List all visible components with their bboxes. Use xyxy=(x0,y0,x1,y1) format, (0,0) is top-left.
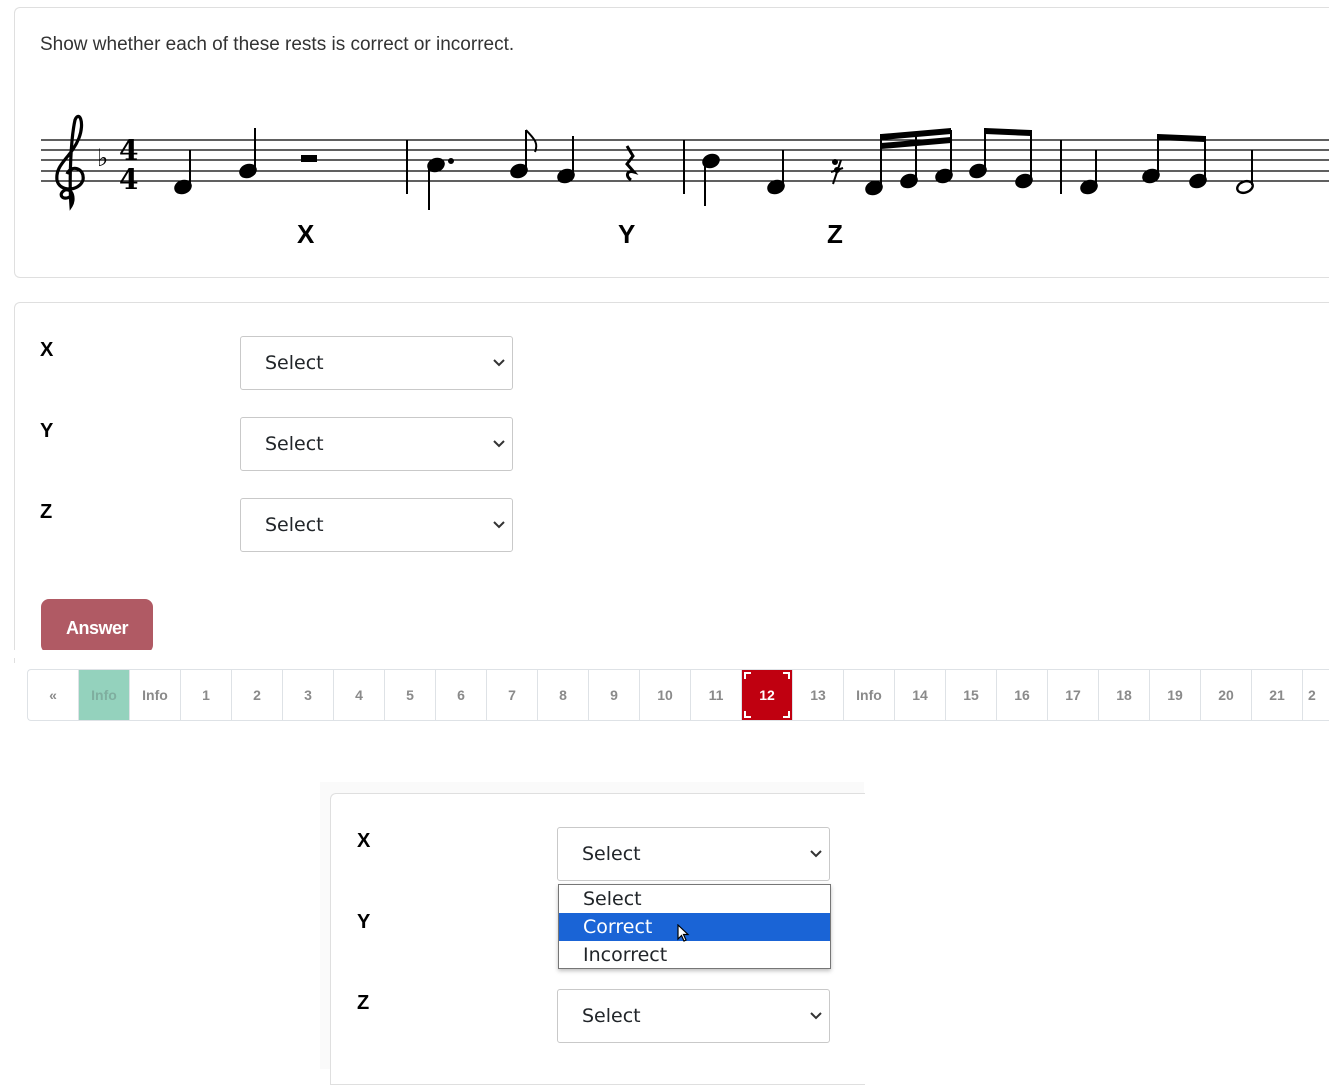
page-prev[interactable]: « xyxy=(28,670,79,720)
option-select[interactable]: Select xyxy=(559,885,830,913)
page-18[interactable]: 18 xyxy=(1099,670,1150,720)
page-12-current[interactable]: 12 xyxy=(742,670,793,720)
page-10[interactable]: 10 xyxy=(640,670,691,720)
rest-y-mark xyxy=(625,145,639,182)
page-12-label: 12 xyxy=(759,687,775,703)
chevron-down-icon xyxy=(810,850,822,858)
zoom-select-x-value: Select xyxy=(582,843,641,865)
option-incorrect[interactable]: Incorrect xyxy=(559,941,830,969)
chevron-down-icon xyxy=(493,440,505,448)
select-z[interactable]: Select xyxy=(240,498,513,552)
select-x-value: Select xyxy=(265,352,324,374)
zoom-row-label-z: Z xyxy=(357,992,370,1014)
page-20[interactable]: 20 xyxy=(1201,670,1252,720)
rest-x-mark xyxy=(301,155,317,162)
page-info[interactable]: Info xyxy=(130,670,181,720)
zoom-select-z-value: Select xyxy=(582,1005,641,1027)
answer-button[interactable]: Answer xyxy=(41,599,153,653)
mouse-cursor-icon xyxy=(677,924,690,942)
page-19[interactable]: 19 xyxy=(1150,670,1201,720)
page-info[interactable]: Info xyxy=(79,670,130,720)
page-13[interactable]: 13 xyxy=(793,670,844,720)
zoom-select-z[interactable]: Select xyxy=(557,989,830,1043)
page-4[interactable]: 4 xyxy=(334,670,385,720)
zoom-row-label-x: X xyxy=(357,830,371,852)
option-correct[interactable]: Correct xyxy=(559,913,830,941)
treble-clef-icon xyxy=(55,114,85,211)
select-x[interactable]: Select xyxy=(240,336,513,390)
time-signature-bottom: 4 xyxy=(119,163,138,196)
page-2[interactable]: 2 xyxy=(232,670,283,720)
select-z-value: Select xyxy=(265,514,324,536)
rest-label-z: Z xyxy=(827,219,843,248)
page-3[interactable]: 3 xyxy=(283,670,334,720)
screenshot-cut xyxy=(0,650,1329,658)
music-score: ♭ 4 4 X Y Z xyxy=(41,98,1329,248)
select-y[interactable]: Select xyxy=(240,417,513,471)
answer-panel: X Select Y Select Z Select Answer xyxy=(14,302,1329,663)
page-6[interactable]: 6 xyxy=(436,670,487,720)
question-pagination: « Info Info 1 2 3 4 5 6 7 8 9 10 11 12 1… xyxy=(27,669,1329,721)
zoom-row-label-y: Y xyxy=(357,911,371,933)
page-14[interactable]: 14 xyxy=(895,670,946,720)
row-label-x: X xyxy=(40,339,54,361)
chevron-down-icon xyxy=(493,521,505,529)
page-8[interactable]: 8 xyxy=(538,670,589,720)
page-9[interactable]: 9 xyxy=(589,670,640,720)
page-info[interactable]: Info xyxy=(844,670,895,720)
row-label-z: Z xyxy=(40,501,53,523)
rest-label-y: Y xyxy=(618,219,635,248)
question-text: Show whether each of these rests is corr… xyxy=(40,34,515,55)
flat-icon: ♭ xyxy=(97,144,108,172)
page-7[interactable]: 7 xyxy=(487,670,538,720)
question-panel: Show whether each of these rests is corr… xyxy=(14,7,1329,278)
rest-label-x: X xyxy=(297,219,315,248)
page-22-partial[interactable]: 2 xyxy=(1303,670,1329,720)
page-15[interactable]: 15 xyxy=(946,670,997,720)
row-label-y: Y xyxy=(40,420,54,442)
chevron-down-icon xyxy=(493,359,505,367)
zoom-select-x[interactable]: Select xyxy=(557,827,830,881)
page-21[interactable]: 21 xyxy=(1252,670,1303,720)
music-staff-image: ♭ 4 4 X Y Z xyxy=(41,114,1329,248)
page-16[interactable]: 16 xyxy=(997,670,1048,720)
page-17[interactable]: 17 xyxy=(1048,670,1099,720)
select-y-value: Select xyxy=(265,433,324,455)
page-1[interactable]: 1 xyxy=(181,670,232,720)
page-11[interactable]: 11 xyxy=(691,670,742,720)
select-x-dropdown-list: Select Correct Incorrect xyxy=(558,884,831,969)
chevron-down-icon xyxy=(810,1012,822,1020)
page-5[interactable]: 5 xyxy=(385,670,436,720)
